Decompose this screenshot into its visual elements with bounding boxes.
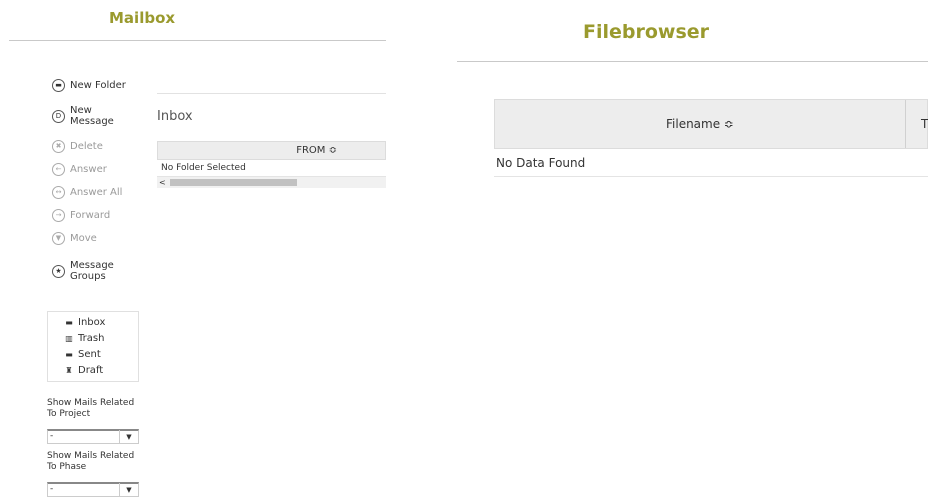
star-icon: ★	[52, 264, 65, 278]
scrollbar-thumb[interactable]	[170, 179, 297, 186]
column-header-from[interactable]: FROM ≎	[157, 141, 386, 160]
new-folder-button[interactable]: ▬ New Folder	[52, 79, 126, 92]
table-row: No Data Found	[494, 149, 928, 177]
folder-item-sent[interactable]: ▬ Sent	[65, 349, 101, 360]
mail-table: FROM ≎ No Folder Selected <	[157, 141, 386, 188]
mailbox-title-divider	[9, 40, 386, 41]
message-groups-button[interactable]: ★ Message Groups	[52, 260, 114, 282]
chevron-down-icon: ▼	[119, 430, 138, 444]
file-table-header: Filename ≎ T	[494, 99, 928, 149]
reply-icon: ←	[52, 163, 65, 176]
new-message-button[interactable]: D New Message	[52, 105, 114, 127]
message-icon: D	[52, 109, 65, 123]
answer-all-button[interactable]: ↔ Answer All	[52, 186, 122, 199]
phase-filter-label: Show Mails Related To Phase	[47, 451, 135, 472]
folder-list: ▬ Inbox ▥ Trash ▬ Sent ♜ Draft	[47, 311, 139, 382]
answer-button[interactable]: ← Answer	[52, 163, 107, 176]
table-row: No Folder Selected	[157, 160, 386, 177]
x-icon: ✖	[52, 140, 65, 153]
inbox-divider	[157, 93, 386, 94]
move-button[interactable]: ▼ Move	[52, 232, 97, 245]
project-filter-label: Show Mails Related To Project	[47, 398, 135, 419]
chevron-down-icon: ▼	[119, 483, 138, 497]
scroll-left-icon[interactable]: <	[159, 177, 166, 188]
delete-button[interactable]: ✖ Delete	[52, 140, 103, 153]
mailbox-title: Mailbox	[109, 9, 176, 27]
horizontal-scrollbar[interactable]: <	[157, 177, 386, 188]
column-header-filename[interactable]: Filename ≎	[495, 100, 906, 148]
filebrowser-title: Filebrowser	[583, 21, 710, 43]
filebrowser-title-divider	[457, 61, 928, 62]
sent-icon: ▬	[65, 350, 73, 359]
inbox-heading: Inbox	[157, 109, 193, 124]
inbox-icon: ▬	[65, 318, 73, 327]
trash-icon: ▥	[65, 334, 73, 343]
chevron-down-icon: ▼	[52, 232, 65, 245]
folder-item-inbox[interactable]: ▬ Inbox	[65, 317, 105, 328]
file-table: Filename ≎ T No Data Found	[494, 99, 928, 177]
folder-item-draft[interactable]: ♜ Draft	[65, 365, 103, 376]
column-header-second[interactable]: T	[921, 117, 928, 131]
forward-button[interactable]: → Forward	[52, 209, 110, 222]
draft-icon: ♜	[65, 366, 73, 375]
forward-icon: →	[52, 209, 65, 222]
project-filter-select[interactable]: - ▼	[47, 429, 139, 444]
phase-filter-select[interactable]: - ▼	[47, 482, 139, 497]
folder-icon: ▬	[52, 79, 65, 92]
reply-all-icon: ↔	[52, 186, 65, 199]
folder-item-trash[interactable]: ▥ Trash	[65, 333, 104, 344]
